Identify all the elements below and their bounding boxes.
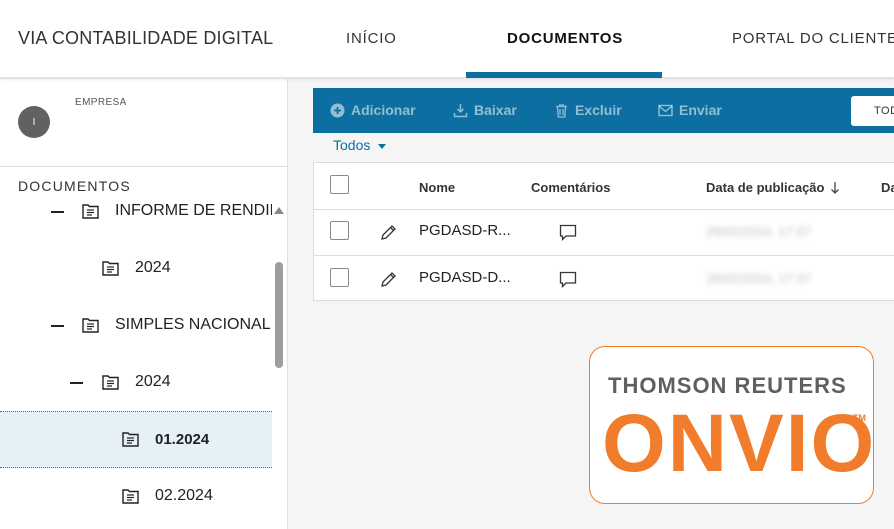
logo-trademark: TM: [853, 413, 866, 423]
collapse-icon[interactable]: [51, 325, 64, 327]
folder-document-icon: [102, 261, 119, 276]
folder-document-icon: [102, 375, 119, 390]
download-button[interactable]: Baixar: [453, 102, 517, 118]
table-row[interactable]: PGDASD-R... 29/02/2024, 17:37: [314, 209, 894, 256]
tree-item-label: 2024: [135, 259, 171, 276]
tree-item-2024[interactable]: 2024: [0, 240, 272, 297]
trash-icon: [556, 103, 567, 118]
column-header-published[interactable]: Data de publicação: [706, 180, 840, 195]
nav-documentos[interactable]: DOCUMENTOS: [507, 30, 623, 47]
folder-document-icon: [82, 318, 99, 333]
collapse-icon[interactable]: [70, 382, 83, 384]
table-row[interactable]: PGDASD-D... 29/02/2024, 17:37: [314, 256, 894, 302]
scrollbar-thumb[interactable]: [275, 262, 283, 368]
tree-item-01-2024[interactable]: 01.2024: [0, 411, 272, 468]
pencil-icon[interactable]: [380, 271, 397, 288]
send-button[interactable]: Enviar: [658, 102, 722, 118]
folder-document-icon: [122, 489, 139, 504]
nav-inicio[interactable]: INÍCIO: [346, 30, 397, 47]
row-checkbox[interactable]: [330, 221, 349, 240]
status-filter[interactable]: Todos: [333, 137, 387, 153]
column-header-comments[interactable]: Comentários: [531, 180, 610, 195]
comment-icon[interactable]: [559, 224, 577, 241]
company-section: I EMPRESA: [0, 79, 287, 167]
document-toolbar: Adicionar Baixar Excluir Enviar: [313, 88, 894, 133]
tree-item-02-2024[interactable]: 02.2024: [0, 468, 272, 525]
logo-onvio-text: ONVIO: [602, 398, 877, 489]
tree-item-label: 2024: [135, 373, 171, 390]
column-header-extra[interactable]: Da: [881, 180, 894, 195]
document-name[interactable]: PGDASD-R...: [419, 222, 511, 239]
avatar[interactable]: I: [18, 106, 50, 138]
add-button[interactable]: Adicionar: [330, 102, 416, 118]
publication-date: 29/02/2024, 17:37: [706, 271, 811, 286]
delete-button[interactable]: Excluir: [554, 102, 622, 118]
column-header-name[interactable]: Nome: [419, 180, 455, 195]
tree-item-label: SIMPLES NACIONAL: [115, 316, 271, 333]
brand-name: VIA CONTABILIDADE DIGITAL: [18, 28, 274, 48]
plus-circle-icon: [330, 103, 345, 117]
status-filter-label: Todos: [333, 137, 371, 153]
caret-down-icon: [378, 144, 387, 149]
top-header: VIA CONTABILIDADE DIGITAL INÍCIO DOCUMEN…: [0, 0, 894, 78]
select-all-checkbox[interactable]: [330, 175, 349, 194]
filter-dropdown[interactable]: TODOS: [851, 96, 894, 126]
envelope-icon: [658, 104, 673, 116]
thomson-reuters-onvio-logo: THOMSON REUTERS ONVIO TM: [589, 346, 874, 504]
column-header-published-label: Data de publicação: [706, 180, 825, 195]
add-button-label: Adicionar: [351, 102, 416, 118]
documents-table: Nome Comentários Data de publicação Da P…: [313, 162, 894, 301]
row-checkbox[interactable]: [330, 268, 349, 287]
company-label: EMPRESA: [75, 97, 127, 108]
pencil-icon[interactable]: [380, 224, 397, 241]
table-header-row: Nome Comentários Data de publicação Da: [314, 163, 894, 210]
download-button-label: Baixar: [474, 102, 517, 118]
document-name[interactable]: PGDASD-D...: [419, 269, 511, 286]
tree-item-simples-nacional[interactable]: SIMPLES NACIONAL: [0, 297, 272, 354]
folder-document-icon: [122, 432, 139, 447]
nav-portal-do-cliente[interactable]: PORTAL DO CLIENTE: [732, 30, 894, 47]
active-nav-indicator: [466, 72, 662, 78]
logo-thomson-reuters-text: THOMSON REUTERS: [608, 373, 847, 398]
tree-item-label: 01.2024: [155, 431, 210, 448]
tree-item-label: 02.2024: [155, 487, 213, 504]
collapse-icon[interactable]: [51, 211, 64, 213]
tree-item-simples-2024[interactable]: 2024: [0, 354, 272, 411]
tree-item-informe-de-rendimentos[interactable]: INFORME DE RENDIMENTOS: [0, 183, 272, 240]
sidebar: I EMPRESA DOCUMENTOS INFORME DE RENDIMEN…: [0, 79, 288, 529]
send-button-label: Enviar: [679, 102, 722, 118]
publication-date: 29/02/2024, 17:37: [706, 224, 811, 239]
delete-button-label: Excluir: [575, 102, 622, 118]
tree-item-label: INFORME DE RENDIMENTOS: [115, 202, 272, 219]
download-icon: [453, 103, 468, 117]
comment-icon[interactable]: [559, 271, 577, 288]
folder-document-icon: [82, 204, 99, 219]
scroll-up-arrow-icon[interactable]: [274, 207, 284, 214]
sort-down-arrow-icon: [831, 181, 840, 194]
